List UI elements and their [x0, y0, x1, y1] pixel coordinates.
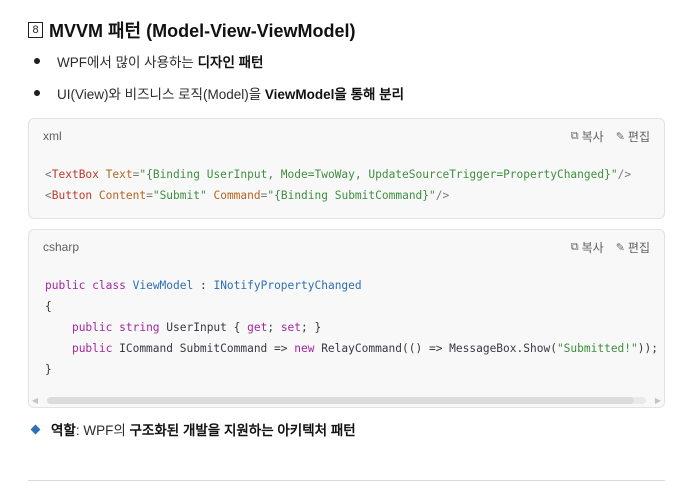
copy-button[interactable]: ⧉ 복사 [571, 128, 604, 145]
horizontal-scrollbar[interactable]: ◀ ▶ [29, 395, 664, 405]
section-heading: 8 MVVM 패턴 (Model-View-ViewModel) [28, 19, 355, 41]
scrollbar-track[interactable] [47, 396, 646, 404]
pencil-icon: ✎ [615, 130, 625, 143]
code-line: public class ViewModel : INotifyProperty… [45, 279, 362, 292]
code-content[interactable]: <TextBox Text="{Binding UserInput, Mode=… [29, 153, 664, 206]
code-line: <Button Content="Submit" Command="{Bindi… [45, 189, 450, 202]
code-block-xml: xml ⧉ 복사 ✎ 편집 <TextBox Text="{Binding Us… [28, 118, 665, 219]
copy-icon: ⧉ [570, 129, 579, 142]
bullet-list: WPF에서 많이 사용하는 디자인 패턴 UI(View)와 비즈니스 로직(M… [28, 50, 404, 114]
code-language-label: csharp [43, 240, 80, 254]
code-line: public string UserInput { get; set; } [71, 321, 322, 334]
number-badge: 8 [28, 22, 43, 38]
copy-icon: ⧉ [570, 240, 579, 253]
edit-label: 편집 [627, 129, 650, 144]
scrollbar-thumb[interactable] [47, 396, 635, 404]
copy-label: 복사 [581, 129, 604, 144]
scroll-left-icon[interactable]: ◀ [29, 396, 41, 405]
copy-button[interactable]: ⧉ 복사 [571, 239, 604, 256]
code-line: } [45, 363, 52, 376]
bullet-item: WPF에서 많이 사용하는 디자인 패턴 [28, 50, 404, 72]
section-title: MVVM 패턴 (Model-View-ViewModel) [49, 21, 356, 41]
bullet-dot [34, 58, 40, 64]
bullet-dot [34, 90, 40, 96]
edit-button[interactable]: ✎ 편집 [616, 239, 650, 256]
edit-button[interactable]: ✎ 편집 [616, 128, 650, 145]
pencil-icon: ✎ [615, 241, 625, 254]
bullet-item: UI(View)와 비즈니스 로직(Model)을 ViewModel을 통해 … [28, 82, 404, 104]
edit-label: 편집 [627, 240, 650, 255]
code-line: { [45, 300, 52, 313]
code-language-label: xml [43, 129, 62, 143]
code-content[interactable]: public class ViewModel : INotifyProperty… [29, 264, 664, 380]
code-block-csharp: csharp ⧉ 복사 ✎ 편집 public class ViewModel … [28, 229, 665, 408]
bullet-text: UI(View)와 비즈니스 로직(Model)을 ViewModel을 통해 … [57, 87, 405, 102]
code-actions: ⧉ 복사 ✎ 편집 [559, 239, 650, 256]
role-text: 역할: WPF의 구조화된 개발을 지원하는 아키텍처 패턴 [51, 423, 356, 438]
divider [28, 480, 665, 481]
code-block-header: xml ⧉ 복사 ✎ 편집 [29, 119, 664, 153]
copy-label: 복사 [581, 240, 604, 255]
diamond-bullet-icon [30, 424, 41, 434]
bullet-text: WPF에서 많이 사용하는 디자인 패턴 [57, 55, 264, 70]
code-actions: ⧉ 복사 ✎ 편집 [559, 128, 650, 145]
code-block-header: csharp ⧉ 복사 ✎ 편집 [29, 230, 664, 264]
role-summary: 역할: WPF의 구조화된 개발을 지원하는 아키텍처 패턴 [30, 418, 356, 440]
code-line: public ICommand SubmitCommand => new Rel… [71, 342, 658, 355]
code-line: <TextBox Text="{Binding UserInput, Mode=… [45, 168, 632, 181]
scroll-right-icon[interactable]: ▶ [652, 396, 664, 405]
